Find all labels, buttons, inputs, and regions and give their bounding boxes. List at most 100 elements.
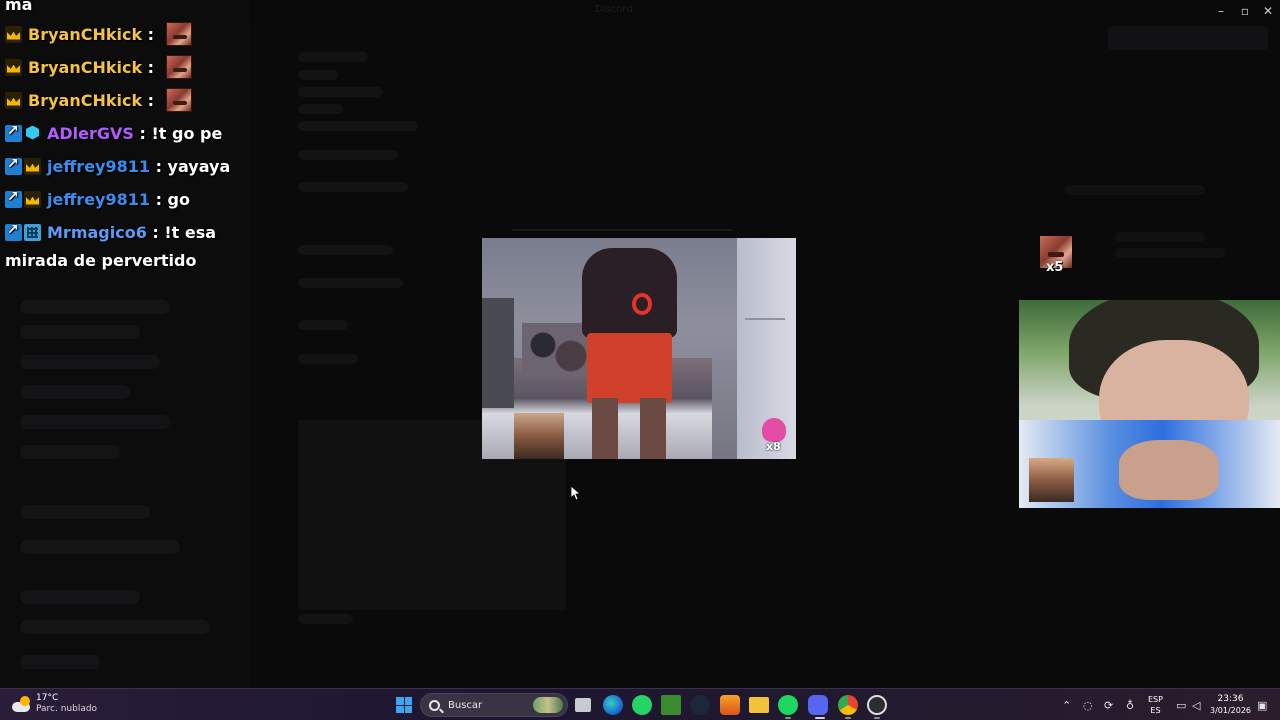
reaction-count: x8	[766, 440, 781, 453]
minimize-button[interactable]: –	[1210, 3, 1232, 19]
chat-username[interactable]: BryanCHkick	[28, 91, 142, 110]
microphone-icon[interactable]: ♁	[1126, 689, 1134, 720]
reaction-thumbnail	[514, 413, 564, 459]
chat-message-text: go	[167, 189, 190, 209]
app-a-icon[interactable]	[720, 695, 740, 715]
chat-username[interactable]: Mrmagico6	[47, 223, 147, 242]
network-icon[interactable]: ▭	[1176, 689, 1186, 720]
crown-badge-icon	[24, 157, 41, 175]
ghost-row	[20, 355, 160, 369]
task-view-icon[interactable]	[575, 698, 591, 712]
taskbar-search[interactable]: Buscar	[420, 693, 568, 717]
language-indicator[interactable]: ESP ES	[1148, 694, 1163, 716]
chat-separator: :	[150, 156, 168, 176]
edge-icon[interactable]	[603, 695, 623, 715]
ghost-line	[1115, 248, 1225, 258]
ghost-line	[1115, 232, 1205, 242]
weather-widget[interactable]: 17°C Parc. nublado	[12, 693, 97, 715]
search-icon	[429, 699, 440, 711]
ghost-row	[20, 325, 140, 339]
chrome-icon[interactable]	[838, 695, 858, 715]
chat-separator: :	[146, 222, 165, 242]
search-placeholder: Buscar	[448, 699, 483, 711]
start-button[interactable]	[396, 697, 412, 713]
viewer-toolbar[interactable]	[1108, 26, 1268, 50]
chat-username[interactable]: jeffrey9811	[47, 157, 150, 176]
chat-username[interactable]: BryanCHkick	[28, 58, 142, 77]
ghost-line	[298, 70, 338, 80]
webcam-overlay	[1019, 300, 1280, 508]
video-person-shorts	[587, 333, 672, 403]
tray-chevron-icon[interactable]: ⌃	[1062, 689, 1071, 720]
chat-separator: :	[142, 24, 160, 44]
pink-reaction-icon	[762, 418, 786, 442]
clock-time: 23:36	[1217, 694, 1244, 704]
crown-badge-icon	[24, 190, 41, 208]
ghost-row	[20, 415, 170, 429]
close-window-button[interactable]: ✕	[1257, 3, 1279, 19]
chat-partial-text: ma	[5, 0, 33, 14]
chat-message: BryanCHkick :	[5, 85, 192, 115]
chat-separator: :	[133, 123, 152, 143]
running-indicator	[785, 717, 791, 719]
chat-username[interactable]: BryanCHkick	[28, 25, 142, 44]
ghost-row	[20, 590, 140, 604]
video-person-shirt	[582, 248, 677, 338]
video-wardrobe-line	[745, 318, 785, 320]
chat-message: jeffrey9811 : go	[5, 184, 190, 214]
ghost-line	[298, 354, 358, 364]
notification-icon[interactable]: ▣	[1257, 689, 1267, 720]
minecraft-icon[interactable]	[661, 695, 681, 715]
ghost-row	[20, 655, 100, 669]
chat-message: jeffrey9811 : yayaya	[5, 151, 230, 181]
ghost-row	[20, 620, 210, 634]
grid-badge-icon	[24, 223, 41, 241]
ghost-row	[20, 505, 150, 519]
clock-date: 3/01/2026	[1210, 706, 1252, 715]
search-highlight-image	[533, 697, 563, 713]
ghost-row	[20, 385, 130, 399]
folder-icon[interactable]	[749, 697, 769, 713]
chat-username[interactable]: ADlerGVS	[47, 124, 134, 143]
video-person-leg	[592, 398, 618, 459]
chat-message: BryanCHkick :	[5, 19, 192, 49]
running-indicator	[815, 717, 825, 719]
chat-separator: :	[150, 189, 168, 209]
maximize-button[interactable]: ▫	[1234, 3, 1256, 19]
shirt-logo	[632, 293, 652, 315]
shared-video-frame[interactable]: x8	[482, 238, 796, 459]
crown-badge-icon	[5, 91, 22, 109]
volume-icon[interactable]: ◁	[1192, 689, 1200, 720]
video-person-leg	[640, 398, 666, 459]
chat-emote-icon	[165, 55, 192, 79]
tray-app-icon[interactable]: ◌	[1083, 689, 1093, 720]
ghost-row	[20, 445, 120, 459]
video-top-bar	[512, 229, 732, 231]
discord-icon[interactable]	[808, 695, 828, 715]
sync-icon[interactable]: ⟳	[1104, 689, 1113, 720]
windows-taskbar: 17°C Parc. nublado Buscar ⌃ ◌ ⟳ ♁ ESP ES…	[0, 688, 1280, 720]
spotify-icon[interactable]	[778, 695, 798, 715]
weather-temperature: 17°C	[36, 693, 59, 703]
ghost-line	[298, 121, 418, 131]
system-clock[interactable]: 23:36 3/01/2026	[1210, 694, 1251, 716]
mouse-cursor-icon	[571, 486, 581, 500]
ghost-line	[1065, 185, 1205, 195]
chat-username[interactable]: jeffrey9811	[47, 190, 150, 209]
ghost-line	[298, 104, 343, 114]
ghost-line	[298, 614, 353, 624]
ghost-line	[298, 278, 403, 288]
prime-badge-icon	[5, 156, 22, 175]
obs-icon[interactable]	[867, 695, 887, 715]
prime-badge-icon	[5, 123, 22, 142]
crown-badge-icon	[5, 58, 22, 76]
chat-message-text: !t go pe	[151, 123, 223, 143]
partly-cloudy-icon	[12, 694, 32, 714]
steam-icon[interactable]	[690, 695, 710, 715]
ghost-row	[20, 540, 180, 554]
ghost-line	[298, 320, 348, 330]
prime-badge-icon	[5, 189, 22, 208]
whatsapp-icon[interactable]	[632, 695, 652, 715]
ghost-line	[298, 245, 393, 255]
cube-badge-icon	[24, 125, 41, 142]
